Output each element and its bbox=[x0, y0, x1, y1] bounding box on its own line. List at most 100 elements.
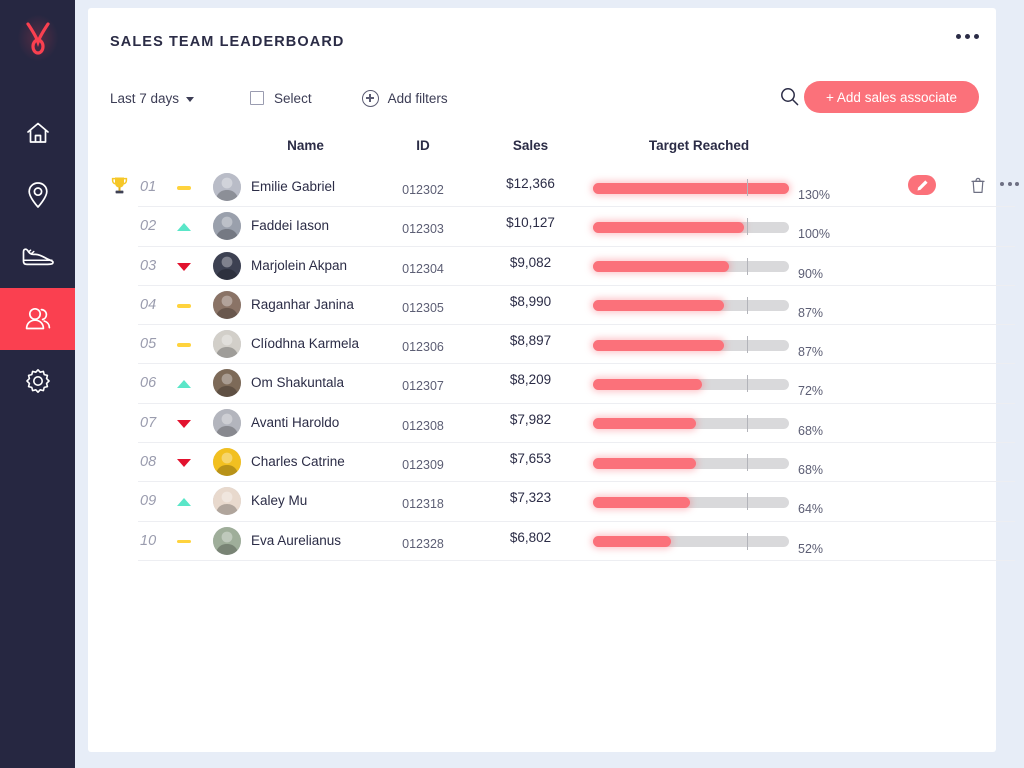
avatar bbox=[213, 330, 241, 358]
avatar-image bbox=[213, 527, 241, 555]
avatar bbox=[213, 448, 241, 476]
date-range-dropdown[interactable]: Last 7 days bbox=[110, 91, 194, 106]
avatar-image bbox=[213, 291, 241, 319]
target-tick-marker bbox=[747, 218, 748, 235]
add-sales-associate-button[interactable]: + Add sales associate bbox=[804, 81, 979, 113]
associate-sales: $8,897 bbox=[473, 333, 588, 348]
avatar bbox=[213, 173, 241, 201]
rank-number: 05 bbox=[140, 336, 168, 352]
target-tick-marker bbox=[747, 454, 748, 471]
target-percent-label: 87% bbox=[798, 345, 823, 359]
associate-sales: $8,990 bbox=[473, 294, 588, 309]
table-row[interactable]: 04Raganhar Janina012305$8,99087% bbox=[138, 286, 1015, 325]
associate-name: Eva Aurelianus bbox=[251, 533, 341, 548]
home-icon bbox=[25, 121, 51, 145]
column-header-id: ID bbox=[373, 138, 473, 153]
progress-fill bbox=[593, 222, 744, 233]
leaderboard-rows: 01Emilie Gabriel012302$12,366130%02Fadde… bbox=[88, 168, 996, 561]
select-checkbox[interactable] bbox=[250, 91, 264, 105]
column-header-target: Target Reached bbox=[588, 138, 810, 153]
sneaker-icon bbox=[21, 246, 55, 268]
app-logo[interactable] bbox=[0, 0, 75, 76]
sidebar bbox=[0, 0, 75, 768]
lasso-logo-icon bbox=[25, 21, 51, 55]
trophy-icon bbox=[111, 176, 128, 200]
trend-indicator bbox=[176, 299, 192, 313]
trend-down-icon bbox=[177, 420, 191, 428]
sidebar-item-settings[interactable] bbox=[0, 350, 75, 412]
associate-id: 012303 bbox=[373, 222, 473, 236]
sidebar-item-team[interactable] bbox=[0, 288, 75, 350]
table-row[interactable]: 10Eva Aurelianus012328$6,80252% bbox=[138, 522, 1015, 561]
gear-icon bbox=[25, 368, 51, 394]
trend-up-icon bbox=[177, 498, 191, 506]
associate-sales: $6,802 bbox=[473, 530, 588, 545]
edit-row-button[interactable] bbox=[908, 175, 936, 195]
target-tick-marker bbox=[747, 493, 748, 510]
target-tick-marker bbox=[747, 533, 748, 550]
associate-id: 012302 bbox=[373, 183, 473, 197]
add-filters-button[interactable]: Add filters bbox=[362, 90, 448, 107]
chevron-down-icon bbox=[186, 97, 194, 102]
location-pin-icon bbox=[26, 181, 50, 209]
table-row[interactable]: 09Kaley Mu012318$7,32364% bbox=[138, 482, 1015, 521]
row-more-button[interactable] bbox=[1000, 182, 1019, 186]
table-row[interactable]: 05 Clíodhna Karmela 012306$8,897 87% bbox=[138, 325, 1015, 364]
trend-flat-icon bbox=[177, 186, 191, 189]
add-filters-label: Add filters bbox=[388, 91, 448, 106]
sidebar-item-locations[interactable] bbox=[0, 164, 75, 226]
table-row[interactable]: 06Om Shakuntala012307$8,20972% bbox=[138, 364, 1015, 403]
trend-flat-icon bbox=[177, 304, 191, 307]
plus-circle-icon bbox=[362, 90, 379, 107]
table-row[interactable]: 03Marjolein Akpan012304$9,08290% bbox=[138, 247, 1015, 286]
avatar-image bbox=[213, 369, 241, 397]
target-percent-label: 72% bbox=[798, 384, 823, 398]
app-root: SALES TEAM LEADERBOARD Last 7 days Selec… bbox=[0, 0, 1024, 768]
rank-number: 08 bbox=[140, 454, 168, 470]
target-percent-label: 90% bbox=[798, 267, 823, 281]
column-header-name: Name bbox=[238, 138, 373, 153]
table-row[interactable]: 08Charles Catrine012309$7,65368% bbox=[138, 443, 1015, 482]
search-button[interactable] bbox=[780, 87, 799, 111]
card-more-button[interactable] bbox=[956, 34, 979, 39]
delete-row-button[interactable] bbox=[968, 173, 988, 197]
rank-number: 02 bbox=[140, 218, 168, 234]
rank-number: 03 bbox=[140, 258, 168, 274]
sidebar-item-home[interactable] bbox=[0, 102, 75, 164]
trash-icon bbox=[971, 177, 985, 194]
trend-indicator bbox=[176, 377, 192, 391]
trend-indicator bbox=[176, 338, 192, 352]
leaderboard-card: SALES TEAM LEADERBOARD Last 7 days Selec… bbox=[88, 8, 996, 752]
avatar-image bbox=[213, 252, 241, 280]
progress-fill bbox=[593, 497, 690, 508]
avatar bbox=[213, 212, 241, 240]
rank-number: 09 bbox=[140, 493, 168, 509]
sidebar-item-products[interactable] bbox=[0, 226, 75, 288]
avatar-image bbox=[213, 409, 241, 437]
avatar bbox=[213, 291, 241, 319]
pencil-icon bbox=[916, 179, 929, 192]
target-tick-marker bbox=[747, 179, 748, 196]
target-progress-bar bbox=[593, 337, 789, 352]
associate-name: Kaley Mu bbox=[251, 493, 307, 508]
progress-fill bbox=[593, 418, 696, 429]
target-tick-marker bbox=[747, 375, 748, 392]
table-row[interactable]: 07Avanti Haroldo012308$7,98268% bbox=[138, 404, 1015, 443]
target-percent-label: 87% bbox=[798, 306, 823, 320]
rank-number: 07 bbox=[140, 415, 168, 431]
associate-id: 012318 bbox=[373, 497, 473, 511]
associate-sales: $10,127 bbox=[473, 215, 588, 230]
avatar bbox=[213, 527, 241, 555]
trend-down-icon bbox=[177, 459, 191, 467]
associate-id: 012308 bbox=[373, 419, 473, 433]
associate-id: 012306 bbox=[373, 340, 473, 354]
select-toggle[interactable]: Select bbox=[250, 91, 312, 106]
associate-sales: $7,653 bbox=[473, 451, 588, 466]
target-percent-label: 52% bbox=[798, 542, 823, 556]
table-row[interactable]: 02Faddei Iason012303$10,127100% bbox=[138, 207, 1015, 246]
associate-name: Clíodhna Karmela bbox=[251, 336, 359, 351]
table-row[interactable]: 01Emilie Gabriel012302$12,366130% bbox=[138, 168, 1015, 207]
avatar bbox=[213, 487, 241, 515]
rank-number: 10 bbox=[140, 533, 168, 549]
trend-flat-icon bbox=[177, 343, 191, 346]
